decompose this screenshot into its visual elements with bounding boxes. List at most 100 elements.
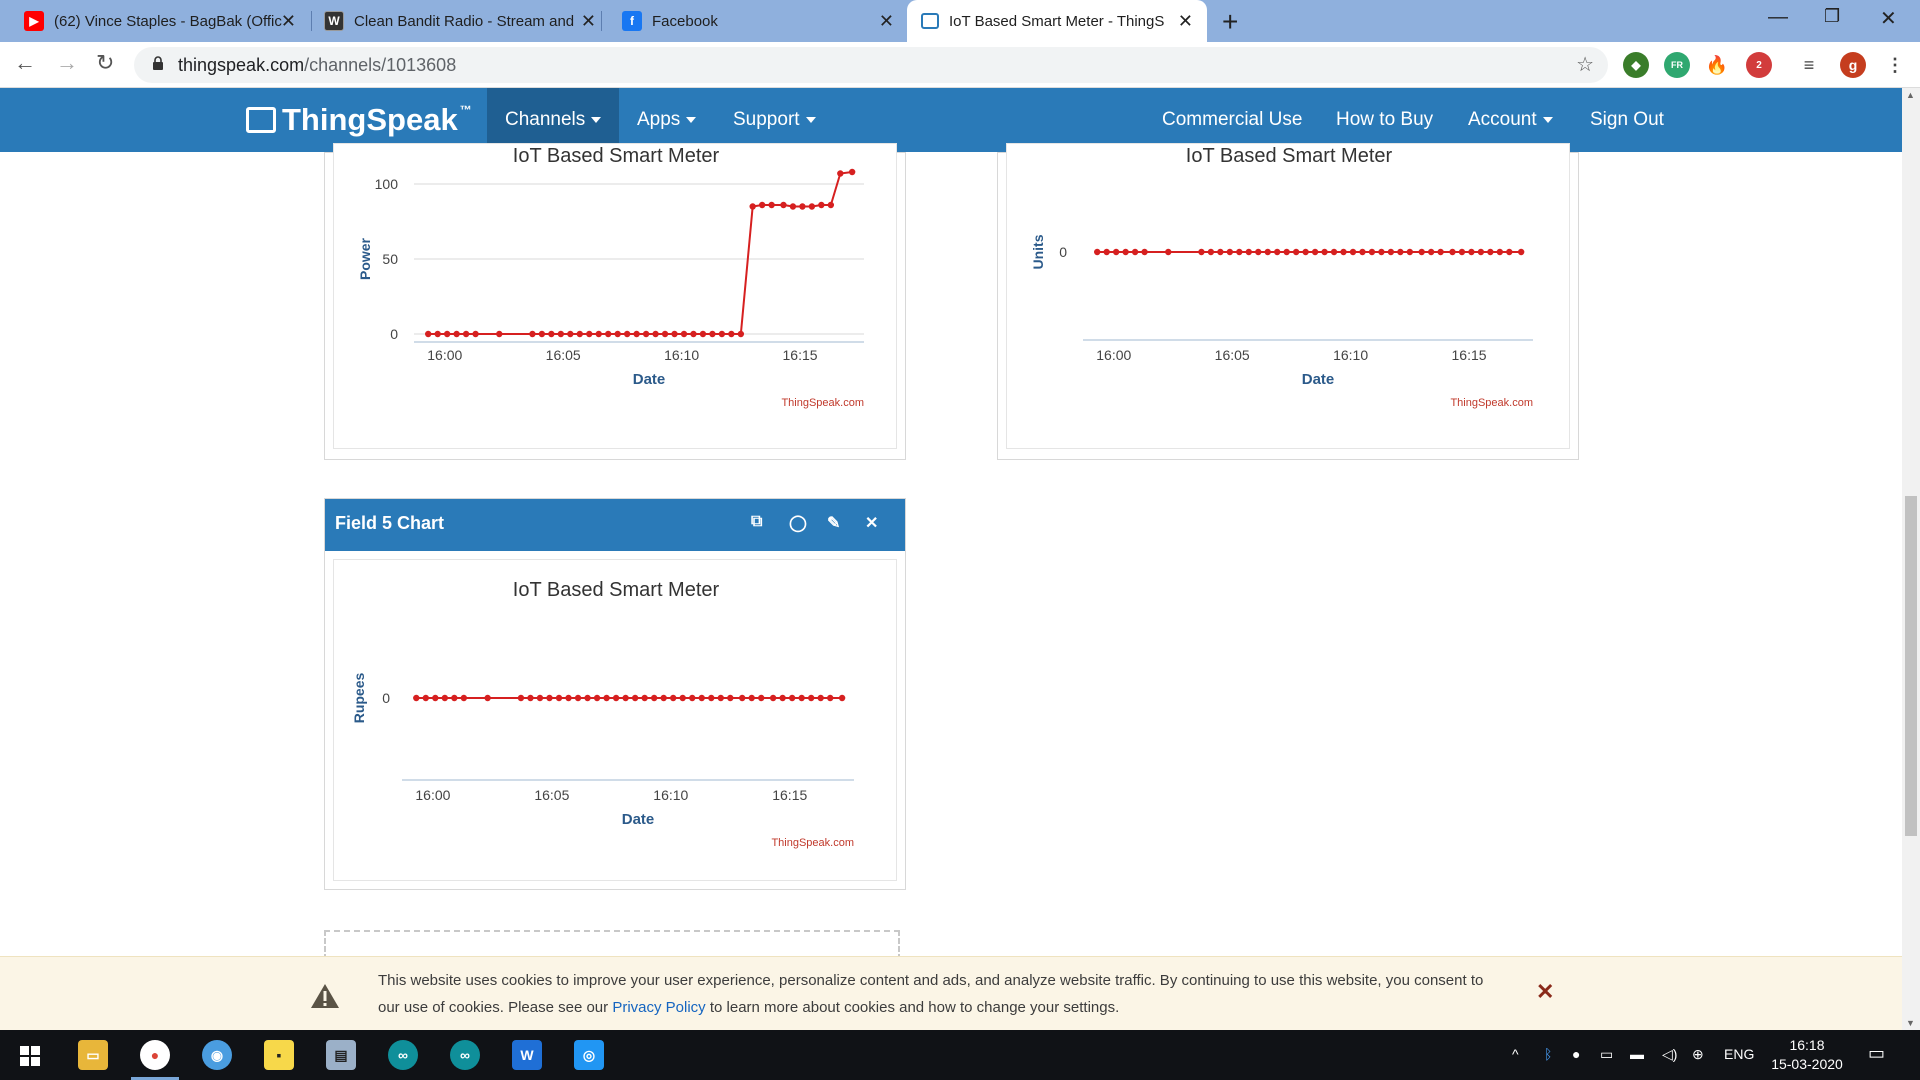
browser-tab[interactable]: f Facebook ✕ <box>598 0 908 42</box>
reload-icon[interactable]: ↻ <box>96 50 114 76</box>
cookie-close-icon[interactable]: ✕ <box>1536 979 1554 1005</box>
x-tick-label: 16:00 <box>1096 347 1131 363</box>
display-icon[interactable]: ▭ <box>1600 1046 1613 1063</box>
shield-extension-icon[interactable]: 2 <box>1746 52 1772 78</box>
taskbar-clock[interactable]: 16:18 15-03-2020 <box>1770 1036 1844 1074</box>
data-point <box>472 330 479 338</box>
back-icon[interactable]: ← <box>14 50 36 76</box>
windows-start-icon[interactable] <box>20 1046 40 1066</box>
microphone-icon[interactable]: ● <box>1572 1046 1580 1062</box>
camera-app-icon[interactable]: ◎ <box>574 1040 604 1070</box>
close-tab-icon[interactable]: ✕ <box>581 11 596 32</box>
profile-avatar[interactable]: g <box>1840 52 1866 78</box>
comment-icon[interactable]: ◯ <box>789 513 807 533</box>
data-point <box>434 330 441 338</box>
data-point <box>698 694 705 702</box>
thingspeak-navbar: ThingSpeak ™ Channels Apps Support Commer… <box>0 88 1902 152</box>
utility-app-icon[interactable]: ▤ <box>326 1040 356 1070</box>
browser-tab-active[interactable]: IoT Based Smart Meter - ThingSp ✕ <box>907 0 1207 42</box>
chart-title: IoT Based Smart Meter <box>1186 145 1393 167</box>
forward-icon[interactable]: → <box>56 50 78 76</box>
data-point <box>1517 248 1525 256</box>
data-point <box>1292 248 1300 256</box>
data-point <box>652 330 659 338</box>
privacy-policy-link[interactable]: Privacy Policy <box>612 999 705 1016</box>
network-globe-icon[interactable]: ⊕ <box>1692 1046 1704 1063</box>
tab-title: IoT Based Smart Meter - ThingSp <box>949 12 1164 30</box>
thingspeak-icon <box>921 13 939 29</box>
close-tab-icon[interactable]: ✕ <box>281 11 296 32</box>
file-explorer-icon[interactable]: ▭ <box>78 1040 108 1070</box>
arduino-icon[interactable]: ∞ <box>388 1040 418 1070</box>
close-tab-icon[interactable]: ✕ <box>879 11 894 32</box>
scrollbar-thumb[interactable] <box>1905 496 1917 836</box>
data-point <box>1418 248 1425 256</box>
data-point <box>838 694 846 702</box>
data-point <box>671 330 678 338</box>
browser-tab[interactable]: ▶ (62) Vince Staples - BagBak (Offic ✕ <box>0 0 310 42</box>
language-indicator[interactable]: ENG <box>1724 1046 1754 1062</box>
data-point <box>727 694 734 702</box>
chart-credit: ThingSpeak.com <box>781 397 864 409</box>
page-scrollbar[interactable]: ▲ ▼ <box>1902 88 1920 1030</box>
restore-icon[interactable]: ❐ <box>1824 6 1840 27</box>
extension-icon[interactable]: ◆ <box>1623 52 1649 78</box>
data-point <box>709 330 716 338</box>
data-point <box>670 694 677 702</box>
data-point <box>1437 248 1444 256</box>
nav-sign-out[interactable]: Sign Out <box>1590 88 1664 152</box>
data-point <box>484 694 491 702</box>
bluetooth-icon[interactable]: ᛒ <box>1544 1046 1552 1062</box>
browser-menu-icon[interactable]: ⋮ <box>1882 52 1908 78</box>
data-point <box>1330 248 1338 256</box>
media-queue-icon[interactable]: ≡ <box>1796 52 1822 78</box>
close-panel-icon[interactable]: ✕ <box>865 513 878 533</box>
tray-expand-icon[interactable]: ^ <box>1512 1046 1519 1062</box>
minimize-icon[interactable]: — <box>1768 6 1788 29</box>
media-player-icon[interactable]: ◉ <box>202 1040 232 1070</box>
scroll-down-icon[interactable]: ▼ <box>1906 1018 1915 1028</box>
action-center-icon[interactable]: ▭ <box>1868 1043 1885 1064</box>
data-point <box>576 330 583 338</box>
data-point <box>413 694 420 702</box>
data-point <box>650 694 658 702</box>
data-point <box>758 201 766 209</box>
bookmark-star-icon[interactable]: ☆ <box>1576 52 1594 77</box>
x-tick-label: 16:10 <box>1333 347 1368 363</box>
data-point <box>1321 248 1328 256</box>
browser-tab[interactable]: W Clean Bandit Radio - Stream and ✕ <box>300 0 610 42</box>
data-point <box>661 330 669 338</box>
scroll-up-icon[interactable]: ▲ <box>1906 90 1915 100</box>
open-external-icon[interactable]: ⧉ <box>751 513 762 531</box>
address-bar[interactable]: thingspeak.com/channels/1013608 ☆ <box>134 47 1608 83</box>
data-point <box>1226 248 1234 256</box>
close-tab-icon[interactable]: ✕ <box>1178 11 1193 32</box>
fire-extension-icon[interactable]: 🔥 <box>1704 52 1730 78</box>
data-point <box>798 694 805 702</box>
data-point <box>1141 248 1148 256</box>
arduino-icon[interactable]: ∞ <box>450 1040 480 1070</box>
volume-icon[interactable]: ◁) <box>1662 1046 1677 1063</box>
data-point <box>1112 248 1120 256</box>
data-point <box>557 330 565 338</box>
data-point <box>595 330 602 338</box>
field5-chart-panel: Field 5 Chart ⧉ ◯ ✎ ✕ IoT Based Smart Me… <box>324 498 906 890</box>
battery-icon[interactable]: ▬ <box>1630 1046 1644 1062</box>
sticky-notes-icon[interactable]: ▪ <box>264 1040 294 1070</box>
data-point <box>614 330 621 338</box>
edit-pencil-icon[interactable]: ✎ <box>827 513 840 533</box>
data-point <box>1264 248 1271 256</box>
youtube-icon: ▶ <box>24 11 44 31</box>
series-line <box>428 171 853 335</box>
audio-app-icon[interactable]: W <box>512 1040 542 1070</box>
translate-extension-icon[interactable]: FR <box>1664 52 1690 78</box>
new-tab-button[interactable]: + <box>1222 6 1238 38</box>
data-point <box>555 694 563 702</box>
chrome-icon[interactable]: ● <box>140 1040 170 1070</box>
data-point <box>1103 248 1110 256</box>
thingspeak-logo[interactable]: ThingSpeak ™ <box>246 102 472 138</box>
close-window-icon[interactable]: ✕ <box>1880 6 1897 31</box>
y-tick-label: 50 <box>382 251 398 267</box>
chart-frame: IoT Based Smart Meter 0 50 100 16:00 16:05 16:… <box>333 143 897 449</box>
data-point <box>1496 248 1504 256</box>
